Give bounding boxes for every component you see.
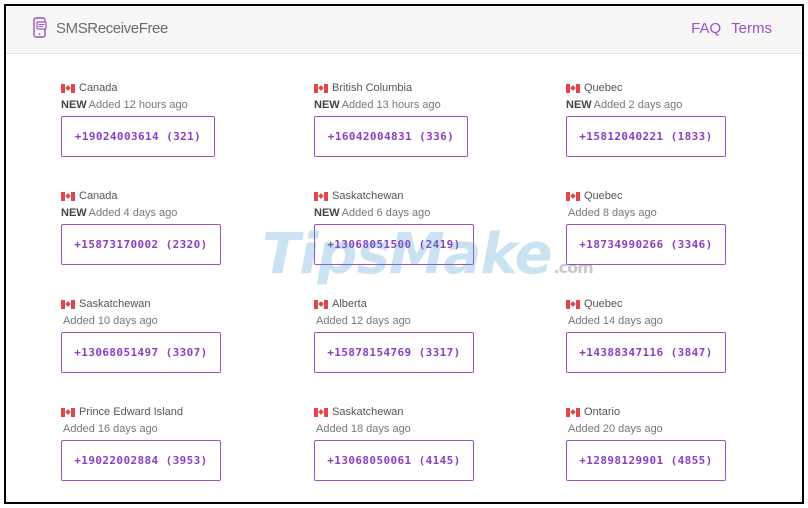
country-label: Saskatchewan bbox=[314, 404, 534, 420]
phone-number-button[interactable]: +12898129901 (4855) bbox=[566, 440, 726, 481]
phone-number-button[interactable]: +19022002884 (3953) bbox=[61, 440, 221, 481]
page-frame: SMSReceiveFree FAQ Terms Canada NEW Added… bbox=[4, 4, 804, 504]
canada-flag-icon bbox=[61, 83, 75, 93]
phone-number-button[interactable]: +19024003614 (321) bbox=[61, 116, 215, 157]
added-time: Added 8 days ago bbox=[568, 207, 657, 219]
country-name: British Columbia bbox=[332, 82, 413, 94]
added-time: Added 18 days ago bbox=[316, 423, 411, 435]
country-label: Saskatchewan bbox=[61, 296, 281, 312]
number-card: Canada NEW Added 4 days ago +15873170002 … bbox=[61, 188, 281, 265]
added-time: Added 2 days ago bbox=[593, 99, 683, 111]
added-info: Added 20 days ago bbox=[566, 423, 786, 438]
canada-flag-icon bbox=[566, 407, 580, 417]
country-label: British Columbia bbox=[314, 80, 534, 96]
new-badge: NEW bbox=[314, 207, 340, 219]
country-name: Quebec bbox=[584, 82, 623, 94]
phone-number-button[interactable]: +15873170002 (2320) bbox=[61, 224, 221, 265]
canada-flag-icon bbox=[61, 299, 75, 309]
phone-number-button[interactable]: +14388347116 (3847) bbox=[566, 332, 726, 373]
added-info: NEW Added 12 hours ago bbox=[61, 99, 281, 114]
number-card: Canada NEW Added 12 hours ago +1902400361… bbox=[61, 80, 281, 157]
country-name: Prince Edward Island bbox=[79, 406, 183, 418]
new-badge: NEW bbox=[566, 99, 592, 111]
added-info: Added 10 days ago bbox=[61, 315, 281, 330]
country-label: Prince Edward Island bbox=[61, 404, 281, 420]
canada-flag-icon bbox=[314, 299, 328, 309]
number-card: Ontario Added 20 days ago +12898129901 (… bbox=[566, 404, 786, 481]
phone-number-button[interactable]: +13068051497 (3307) bbox=[61, 332, 221, 373]
canada-flag-icon bbox=[566, 83, 580, 93]
added-info: NEW Added 2 days ago bbox=[566, 99, 786, 114]
added-info: NEW Added 13 hours ago bbox=[314, 99, 534, 114]
added-info: Added 12 days ago bbox=[314, 315, 534, 330]
country-label: Quebec bbox=[566, 296, 786, 312]
added-time: Added 14 days ago bbox=[568, 315, 663, 327]
canada-flag-icon bbox=[61, 407, 75, 417]
country-name: Quebec bbox=[584, 190, 623, 202]
number-card: Alberta Added 12 days ago +15878154769 (… bbox=[314, 296, 534, 373]
number-card: Saskatchewan Added 10 days ago +13068051… bbox=[61, 296, 281, 373]
number-card: Quebec Added 8 days ago +18734990266 (33… bbox=[566, 188, 786, 265]
country-name: Quebec bbox=[584, 298, 623, 310]
country-label: Quebec bbox=[566, 80, 786, 96]
added-info: Added 16 days ago bbox=[61, 423, 281, 438]
added-time: Added 13 hours ago bbox=[341, 99, 441, 111]
added-time: Added 12 days ago bbox=[316, 315, 411, 327]
phone-number-button[interactable]: +16042004831 (336) bbox=[314, 116, 468, 157]
phone-number-button[interactable]: +13068051500 (2419) bbox=[314, 224, 474, 265]
new-badge: NEW bbox=[61, 207, 87, 219]
country-label: Canada bbox=[61, 80, 281, 96]
phone-number-button[interactable]: +18734990266 (3346) bbox=[566, 224, 726, 265]
phone-number-button[interactable]: +13068050061 (4145) bbox=[314, 440, 474, 481]
canada-flag-icon bbox=[314, 191, 328, 201]
country-label: Ontario bbox=[566, 404, 786, 420]
country-name: Saskatchewan bbox=[332, 190, 404, 202]
country-name: Canada bbox=[79, 190, 118, 202]
new-badge: NEW bbox=[61, 99, 87, 111]
phone-number-button[interactable]: +15878154769 (3317) bbox=[314, 332, 474, 373]
number-card: Saskatchewan Added 18 days ago +13068050… bbox=[314, 404, 534, 481]
country-name: Alberta bbox=[332, 298, 367, 310]
added-time: Added 10 days ago bbox=[63, 315, 158, 327]
new-badge: NEW bbox=[314, 99, 340, 111]
phone-number-button[interactable]: +15812040221 (1833) bbox=[566, 116, 726, 157]
country-name: Saskatchewan bbox=[79, 298, 151, 310]
country-name: Saskatchewan bbox=[332, 406, 404, 418]
added-info: Added 14 days ago bbox=[566, 315, 786, 330]
number-card: Quebec NEW Added 2 days ago +15812040221 … bbox=[566, 80, 786, 157]
added-info: Added 18 days ago bbox=[314, 423, 534, 438]
added-time: Added 16 days ago bbox=[63, 423, 158, 435]
number-card: British Columbia NEW Added 13 hours ago +… bbox=[314, 80, 534, 157]
country-name: Canada bbox=[79, 82, 118, 94]
country-label: Saskatchewan bbox=[314, 188, 534, 204]
canada-flag-icon bbox=[314, 407, 328, 417]
number-card: Prince Edward Island Added 16 days ago +… bbox=[61, 404, 281, 481]
added-time: Added 12 hours ago bbox=[88, 99, 188, 111]
added-time: Added 4 days ago bbox=[88, 207, 178, 219]
country-name: Ontario bbox=[584, 406, 621, 418]
country-label: Alberta bbox=[314, 296, 534, 312]
number-card: Quebec Added 14 days ago +14388347116 (3… bbox=[566, 296, 786, 373]
canada-flag-icon bbox=[566, 299, 580, 309]
added-info: Added 8 days ago bbox=[566, 207, 786, 222]
added-time: Added 20 days ago bbox=[568, 423, 663, 435]
number-grid: Canada NEW Added 12 hours ago +1902400361… bbox=[6, 6, 802, 502]
country-label: Quebec bbox=[566, 188, 786, 204]
number-card: Saskatchewan NEW Added 6 days ago +130680… bbox=[314, 188, 534, 265]
added-info: NEW Added 4 days ago bbox=[61, 207, 281, 222]
canada-flag-icon bbox=[314, 83, 328, 93]
canada-flag-icon bbox=[61, 191, 75, 201]
added-time: Added 6 days ago bbox=[341, 207, 431, 219]
canada-flag-icon bbox=[566, 191, 580, 201]
added-info: NEW Added 6 days ago bbox=[314, 207, 534, 222]
country-label: Canada bbox=[61, 188, 281, 204]
